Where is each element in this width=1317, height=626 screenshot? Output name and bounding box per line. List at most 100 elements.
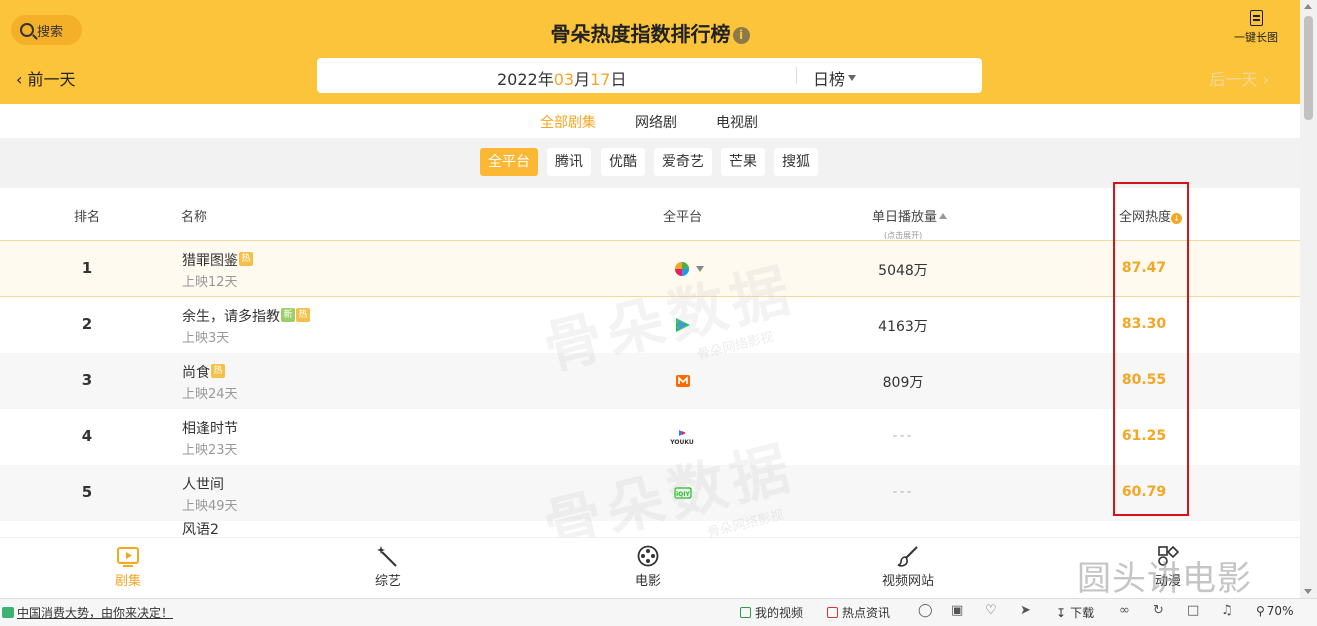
- table-header: 排名 名称 全平台 单日播放量 (点击展开) 全网热度 ↓: [0, 188, 1300, 241]
- heart-icon[interactable]: ♡: [985, 603, 997, 618]
- scroll-down-arrow-icon[interactable]: [1304, 589, 1312, 594]
- row-title[interactable]: 猎罪图鉴热: [182, 250, 253, 270]
- header-plays[interactable]: 单日播放量: [872, 206, 948, 225]
- volume-icon[interactable]: ♫: [1221, 603, 1233, 618]
- row-title[interactable]: 余生，请多指教新热: [182, 306, 310, 326]
- row-title[interactable]: 相逢时节: [182, 418, 238, 438]
- date-divider: [796, 67, 797, 84]
- info-icon[interactable]: i: [732, 27, 750, 44]
- tab-web-series[interactable]: 网络剧: [635, 112, 677, 132]
- platform-iqiyi[interactable]: 爱奇艺: [654, 148, 712, 176]
- row-plays: 5048万: [878, 263, 928, 279]
- nav-anime-label: 动漫: [1154, 574, 1181, 589]
- magic-wand-icon: [377, 546, 397, 567]
- shield-icon[interactable]: ◯: [918, 603, 933, 618]
- table-row[interactable]: 4 相逢时节 上映23天 YOUKU --- 61.25: [0, 409, 1300, 465]
- date-selector[interactable]: 2022年03月17日 日榜: [317, 58, 982, 93]
- iqiyi-icon[interactable]: iQIY: [674, 485, 692, 501]
- header-heat[interactable]: 全网热度 ↓: [1119, 206, 1183, 225]
- platform-all[interactable]: 全平台: [480, 148, 538, 176]
- table-row[interactable]: 风语2: [0, 521, 1300, 537]
- film-reel-icon: [637, 545, 659, 567]
- bottom-nav: 剧集 综艺 电影 视频网站 动漫: [0, 537, 1300, 598]
- next-day-button[interactable]: 后一天 ›: [1209, 66, 1269, 90]
- nav-variety[interactable]: 综艺: [348, 545, 428, 589]
- platform-tencent[interactable]: 腾讯: [547, 148, 591, 176]
- table-row[interactable]: 5 人世间 上映49天 iQIY --- 60.79: [0, 465, 1300, 521]
- download-button[interactable]: ↧ 下载: [1056, 604, 1094, 621]
- zoom-control[interactable]: ⚲ 70%: [1256, 604, 1293, 618]
- row-rank: 4: [81, 427, 93, 445]
- scroll-thumb[interactable]: [1304, 16, 1313, 120]
- row-plays: 809万: [882, 375, 924, 391]
- row-days: 上映12天: [182, 275, 238, 290]
- mango-tv-icon[interactable]: [674, 373, 692, 389]
- sort-up-icon: [939, 213, 948, 219]
- longshot-button[interactable]: 一键长图: [1228, 10, 1284, 45]
- category-tabs: 全部剧集 网络剧 电视剧: [0, 104, 1300, 141]
- nav-video-sites[interactable]: 视频网站: [868, 545, 948, 589]
- platform-mango[interactable]: 芒果: [721, 148, 765, 176]
- row-title[interactable]: 风语2: [182, 519, 219, 537]
- chevron-left-icon: ‹: [16, 70, 23, 89]
- hot-tag: 热: [211, 364, 225, 378]
- youku-icon[interactable]: YOUKU: [670, 429, 694, 445]
- rank-type-dropdown[interactable]: 日榜: [813, 66, 857, 90]
- date-month-unit: 月: [574, 70, 591, 89]
- download-icon: ↧: [1056, 605, 1067, 620]
- row-plays: ---: [892, 484, 914, 500]
- news-link[interactable]: 中国消费大势，由你来决定！: [17, 604, 173, 621]
- row-title-text: 余生，请多指教: [182, 309, 280, 325]
- row-heat: 61.25: [1121, 428, 1167, 444]
- video-icon: [740, 607, 751, 618]
- image-icon[interactable]: ▣: [951, 603, 963, 618]
- nav-series[interactable]: 剧集: [88, 545, 168, 589]
- nav-variety-label: 综艺: [374, 574, 401, 589]
- platform-youku[interactable]: 优酷: [601, 148, 645, 176]
- header-plays-hint: (点击展开): [884, 231, 923, 240]
- longshot-label: 一键长图: [1234, 31, 1278, 44]
- row-title[interactable]: 人世间: [182, 474, 224, 494]
- header-plays-label: 单日播放量: [872, 210, 938, 225]
- hot-news-button[interactable]: 热点资讯: [827, 604, 890, 621]
- header-name: 名称: [181, 210, 208, 225]
- multi-platform-icon[interactable]: [674, 261, 706, 277]
- row-rank: 2: [81, 315, 93, 333]
- caret-down-icon: [848, 75, 857, 81]
- news-icon: [2, 607, 14, 618]
- tencent-video-icon[interactable]: [674, 317, 692, 333]
- my-video-label: 我的视频: [755, 606, 804, 620]
- row-title[interactable]: 尚食热: [182, 362, 225, 382]
- browser-status-bar: 中国消费大势，由你来决定！ 我的视频 热点资讯 ◯ ▣ ♡ ➤ ↧ 下载 ∞ ↻…: [0, 598, 1317, 626]
- hot-news-label: 热点资讯: [842, 606, 891, 620]
- new-tag: 新: [281, 308, 295, 322]
- vertical-scrollbar[interactable]: [1300, 0, 1317, 598]
- tab-all-series[interactable]: 全部剧集: [540, 112, 596, 141]
- tab-tv-series[interactable]: 电视剧: [716, 112, 758, 132]
- nav-movie-label: 电影: [634, 574, 661, 589]
- prev-day-label: 前一天: [27, 70, 76, 89]
- row-days: 上映24天: [182, 387, 238, 402]
- nav-movie[interactable]: 电影: [608, 545, 688, 589]
- rank-type-label: 日榜: [813, 70, 846, 89]
- header-platform: 全平台: [663, 210, 703, 225]
- table-row[interactable]: 1 猎罪图鉴热 上映12天 5048万 87.47: [0, 241, 1300, 297]
- hot-tag: 热: [239, 252, 253, 266]
- table-row[interactable]: 3 尚食热 上映24天 809万 80.55: [0, 353, 1300, 409]
- scroll-up-arrow-icon[interactable]: [1304, 4, 1312, 9]
- extension-icon[interactable]: ∞: [1119, 603, 1130, 618]
- window-icon[interactable]: □: [1187, 603, 1199, 618]
- my-video-button[interactable]: 我的视频: [740, 604, 803, 621]
- row-heat: 83.30: [1121, 316, 1167, 332]
- prev-day-button[interactable]: ‹ 前一天: [16, 66, 76, 90]
- nav-anime[interactable]: 动漫: [1128, 545, 1208, 589]
- nav-series-label: 剧集: [114, 574, 141, 589]
- platform-sohu[interactable]: 搜狐: [774, 148, 818, 176]
- date-text[interactable]: 2022年03月17日: [497, 66, 626, 90]
- rocket-icon[interactable]: ➤: [1020, 603, 1031, 618]
- zoom-level: 70%: [1266, 604, 1294, 618]
- row-plays: 4163万: [878, 319, 928, 335]
- refresh-icon[interactable]: ↻: [1153, 603, 1164, 618]
- table-row[interactable]: 2 余生，请多指教新热 上映3天 4163万 83.30: [0, 297, 1300, 353]
- download-label: 下载: [1070, 606, 1095, 620]
